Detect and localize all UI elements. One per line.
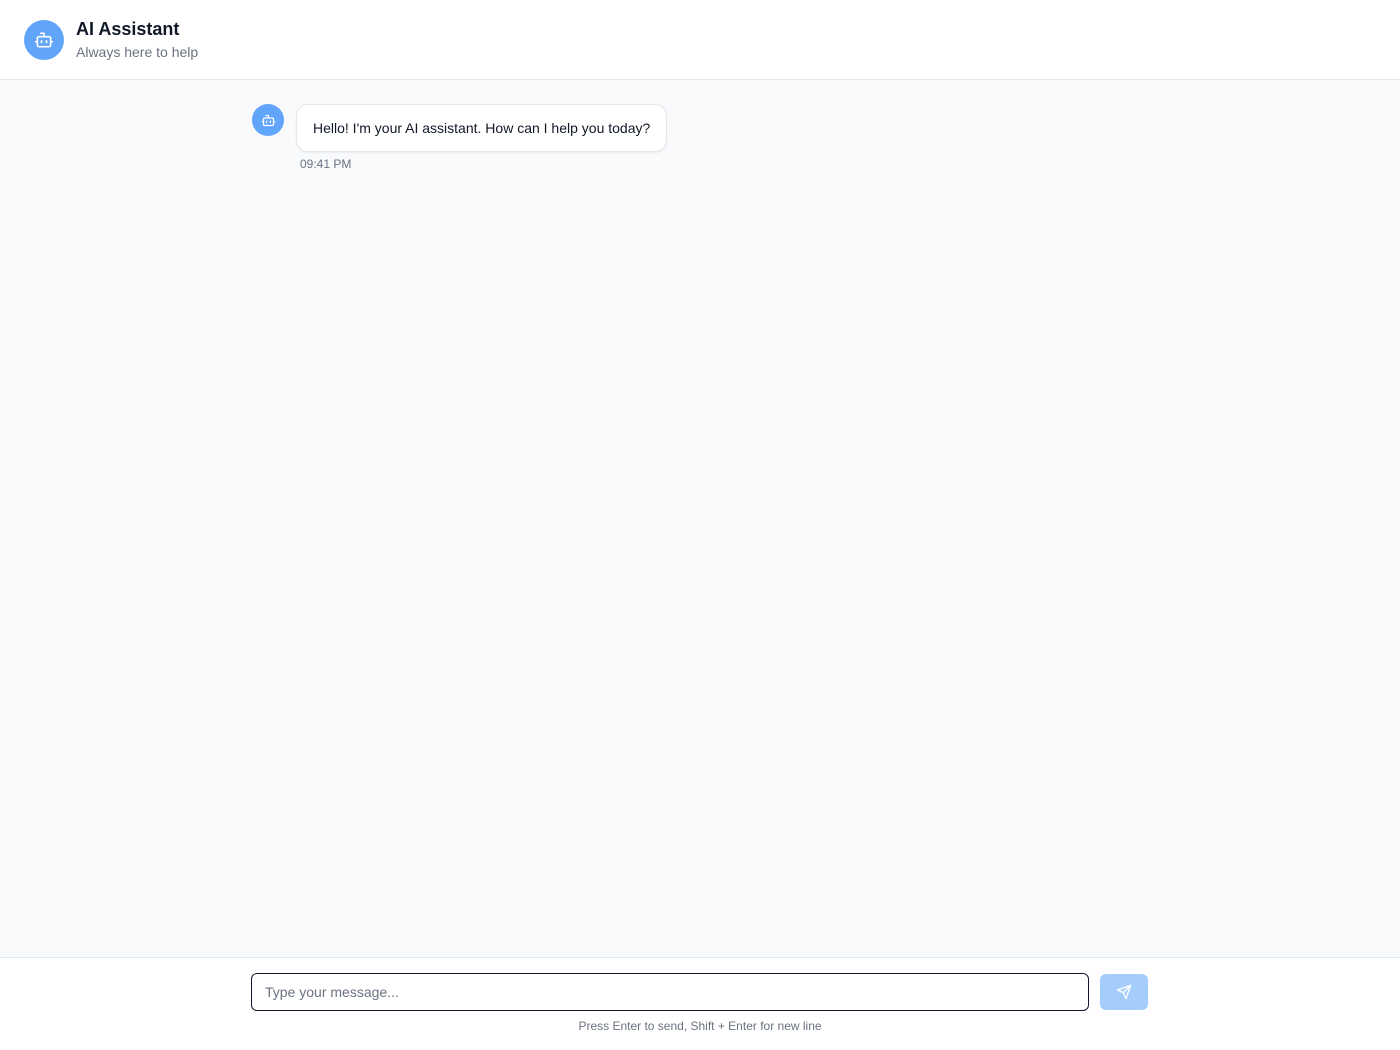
message-body: Hello! I'm your AI assistant. How can I … — [296, 104, 668, 171]
message-bubble: Hello! I'm your AI assistant. How can I … — [296, 104, 668, 152]
page-subtitle: Always here to help — [76, 44, 199, 60]
chat-app: AI Assistant Always here to help Hello! … — [0, 0, 1400, 1050]
message-timestamp: 09:41 PM — [300, 157, 352, 171]
send-button[interactable] — [1100, 974, 1148, 1010]
message-list[interactable]: Hello! I'm your AI assistant. How can I … — [0, 80, 1400, 957]
assistant-message: Hello! I'm your AI assistant. How can I … — [252, 104, 668, 171]
chat-header: AI Assistant Always here to help — [0, 0, 1400, 80]
composer-hint: Press Enter to send, Shift + Enter for n… — [578, 1019, 822, 1033]
page-title: AI Assistant — [76, 19, 180, 39]
bot-icon — [34, 32, 54, 48]
header-text: AI Assistant Always here to help — [76, 18, 198, 61]
bot-icon — [261, 114, 275, 126]
message-avatar — [252, 104, 284, 136]
message-composer: Press Enter to send, Shift + Enter for n… — [0, 957, 1400, 1050]
message-input[interactable] — [251, 973, 1089, 1011]
send-icon — [1116, 984, 1132, 1000]
bot-avatar — [24, 19, 64, 60]
